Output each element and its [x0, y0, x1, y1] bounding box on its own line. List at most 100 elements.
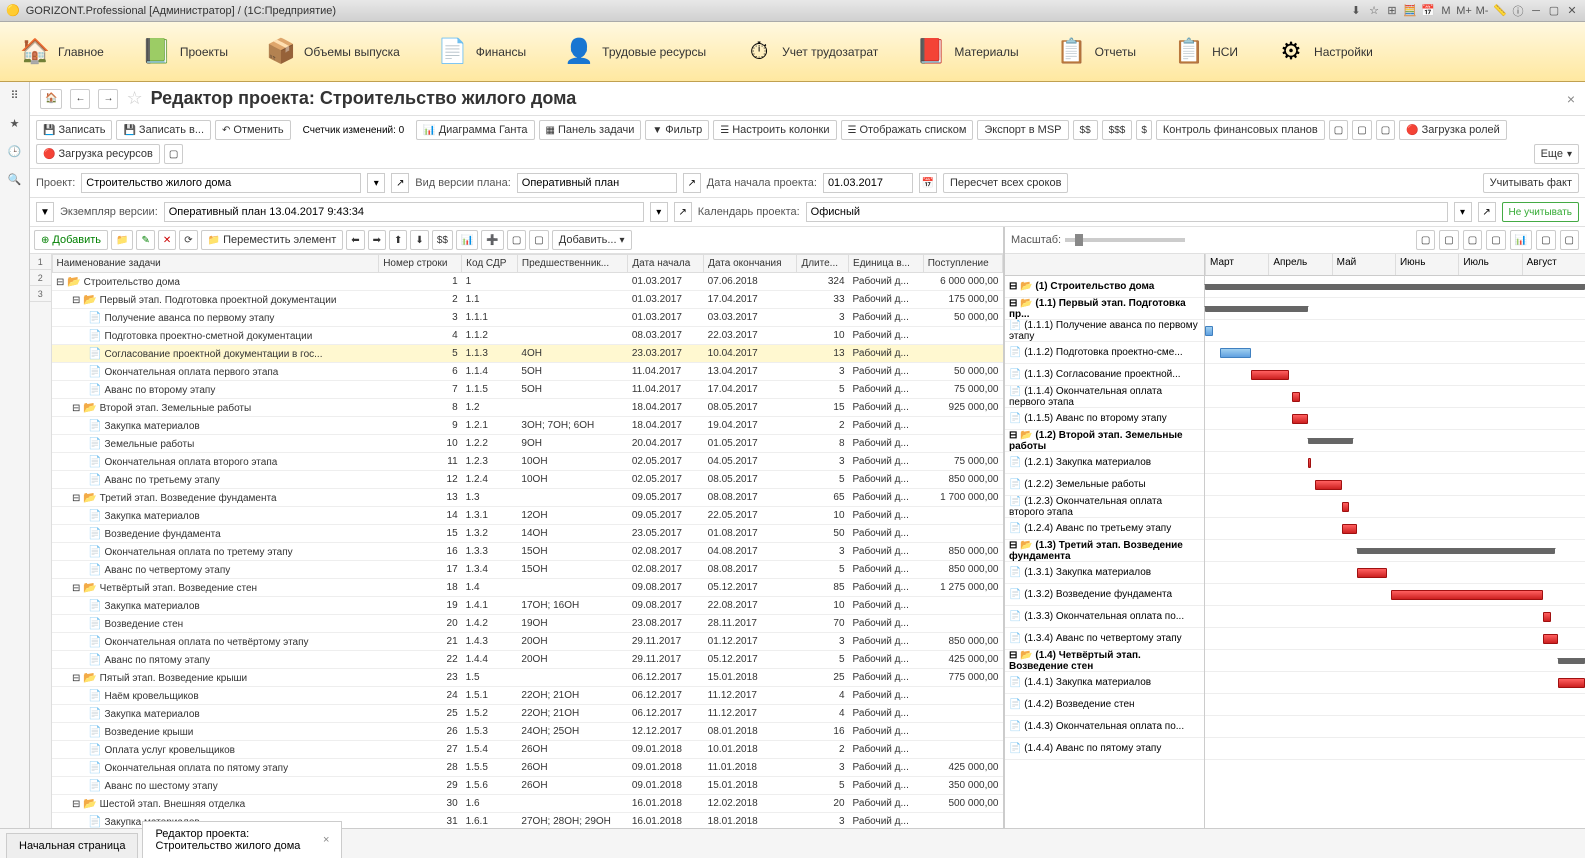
- icon-button[interactable]: ▢: [1329, 120, 1348, 140]
- gantt-bar[interactable]: [1342, 524, 1357, 534]
- table-row[interactable]: 📄 Земельные работы 10 1.2.2 9ОН 20.04.20…: [52, 435, 1002, 453]
- recalc-button[interactable]: Пересчет всех сроков: [943, 173, 1069, 193]
- minimize-icon[interactable]: ─: [1529, 4, 1543, 18]
- gantt-bar[interactable]: [1251, 370, 1289, 380]
- table-row[interactable]: ⊟ 📂 Третий этап. Возведение фундамента 1…: [52, 489, 1002, 507]
- dropdown-icon[interactable]: ▾: [367, 173, 385, 193]
- gantt-view-icon[interactable]: ▢: [1486, 230, 1505, 250]
- column-header[interactable]: Код СДР: [462, 255, 518, 273]
- titlebar-m-plus[interactable]: M+: [1457, 4, 1471, 18]
- gantt-row-label[interactable]: 📄 (1.4.4) Аванс по пятому этапу: [1005, 738, 1204, 760]
- dropdown-icon[interactable]: ▾: [1454, 202, 1472, 222]
- nav-item[interactable]: 👤Трудовые ресурсы: [554, 31, 714, 73]
- version-inst-input[interactable]: [164, 202, 644, 222]
- gantt-row-label[interactable]: ⊟ 📂 (1) Строительство дома: [1005, 276, 1204, 298]
- gantt-row-label[interactable]: ⊟ 📂 (1.2) Второй этап. Земельные работы: [1005, 430, 1204, 452]
- gantt-bar[interactable]: [1558, 678, 1585, 688]
- back-button[interactable]: ←: [70, 89, 90, 109]
- table-row[interactable]: 📄 Окончательная оплата по четвёртому эта…: [52, 633, 1002, 651]
- export-button[interactable]: Экспорт в MSP: [977, 120, 1068, 140]
- gantt-row-label[interactable]: 📄 (1.3.1) Закупка материалов: [1005, 562, 1204, 584]
- gantt-view-icon[interactable]: ▢: [1439, 230, 1458, 250]
- gantt-view-icon[interactable]: ▢: [1560, 230, 1579, 250]
- filter-icon[interactable]: ▼: [36, 202, 54, 222]
- open-icon[interactable]: ↗: [674, 202, 692, 222]
- list-view-button[interactable]: ☰Отображать списком: [841, 120, 974, 140]
- table-row[interactable]: 📄 Наём кровельщиков 24 1.5.1 22ОН; 21ОН …: [52, 687, 1002, 705]
- gantt-row-label[interactable]: 📄 (1.1.2) Подготовка проектно-сме...: [1005, 342, 1204, 364]
- gantt-row-label[interactable]: 📄 (1.2.4) Аванс по третьему этапу: [1005, 518, 1204, 540]
- gantt-bar[interactable]: [1391, 590, 1543, 600]
- gantt-bar[interactable]: [1220, 348, 1250, 358]
- load-roles-button[interactable]: 🔴Загрузка ролей: [1399, 120, 1507, 140]
- add-button[interactable]: ⊕Добавить: [34, 230, 108, 250]
- calendar-proj-input[interactable]: [806, 202, 1448, 222]
- table-row[interactable]: 📄 Аванс по пятому этапу 22 1.4.4 20ОН 29…: [52, 651, 1002, 669]
- nav-item[interactable]: 📦Объемы выпуска: [256, 31, 408, 73]
- table-wrap[interactable]: 123 Наименование задачиНомер строкиКод С…: [30, 254, 1003, 828]
- nav-item[interactable]: 📗Проекты: [132, 31, 236, 73]
- gantt-row-label[interactable]: ⊟ 📂 (1.1) Первый этап. Подготовка пр...: [1005, 298, 1204, 320]
- arrow-up-icon[interactable]: ⬆: [389, 230, 407, 250]
- gantt-bar[interactable]: [1315, 480, 1342, 490]
- table-row[interactable]: ⊟ 📂 Шестой этап. Внешняя отделка 30 1.6 …: [52, 795, 1002, 813]
- scale-slider[interactable]: [1065, 238, 1185, 242]
- table-row[interactable]: 📄 Закупка материалов 19 1.4.1 17ОН; 16ОН…: [52, 597, 1002, 615]
- icon-button[interactable]: ▢: [1376, 120, 1395, 140]
- row-num[interactable]: 3: [30, 286, 51, 302]
- table-row[interactable]: 📄 Аванс по шестому этапу 29 1.5.6 26ОН 0…: [52, 777, 1002, 795]
- gantt-row-label[interactable]: 📄 (1.1.5) Аванс по второму этапу: [1005, 408, 1204, 430]
- column-header[interactable]: Дата окончания: [704, 255, 797, 273]
- ruler-icon[interactable]: 📏: [1493, 4, 1507, 18]
- table-row[interactable]: 📄 Аванс по третьему этапу 12 1.2.4 10ОН …: [52, 471, 1002, 489]
- dropdown-icon[interactable]: ▾: [650, 202, 668, 222]
- column-header[interactable]: Номер строки: [379, 255, 462, 273]
- filter-button[interactable]: ▼Фильтр: [645, 120, 709, 140]
- column-header[interactable]: Поступление: [923, 255, 1002, 273]
- nav-item[interactable]: 📄Финансы: [428, 31, 534, 73]
- cancel-button[interactable]: ↶Отменить: [215, 120, 291, 140]
- fav-icon[interactable]: ☆: [126, 88, 142, 109]
- gantt-row-label[interactable]: 📄 (1.1.1) Получение аванса по первому эт…: [1005, 320, 1204, 342]
- open-icon[interactable]: ↗: [683, 173, 701, 193]
- gantt-bar[interactable]: [1205, 306, 1308, 312]
- money1-button[interactable]: $$: [1073, 120, 1098, 140]
- calendar-icon[interactable]: 📅: [919, 173, 937, 193]
- gantt-row-label[interactable]: 📄 (1.1.3) Согласование проектной...: [1005, 364, 1204, 386]
- column-header[interactable]: Единица в...: [849, 255, 924, 273]
- gantt-row-label[interactable]: 📄 (1.2.2) Земельные работы: [1005, 474, 1204, 496]
- bottom-tab[interactable]: Редактор проекта: Строительство жилого д…: [142, 821, 342, 858]
- titlebar-icon[interactable]: ☆: [1367, 4, 1381, 18]
- load-resources-button[interactable]: 🔴Загрузка ресурсов: [36, 144, 160, 164]
- table-row[interactable]: ⊟ 📂 Строительство дома 1 1 01.03.2017 07…: [52, 273, 1002, 291]
- gantt-row-label[interactable]: ⊟ 📂 (1.3) Третий этап. Возведение фундам…: [1005, 540, 1204, 562]
- close-page-icon[interactable]: ×: [1567, 91, 1575, 107]
- table-row[interactable]: 📄 Получение аванса по первому этапу 3 1.…: [52, 309, 1002, 327]
- titlebar-m[interactable]: M: [1439, 4, 1453, 18]
- bottom-tab[interactable]: Начальная страница: [6, 833, 138, 858]
- search-strip-icon[interactable]: 🔍: [6, 170, 24, 188]
- gantt-bar[interactable]: [1292, 414, 1307, 424]
- table-row[interactable]: 📄 Окончательная оплата по третему этапу …: [52, 543, 1002, 561]
- util-icon[interactable]: ▢: [507, 230, 526, 250]
- add-folder-button[interactable]: 📁: [111, 230, 133, 250]
- gantt-bar[interactable]: [1543, 612, 1551, 622]
- home-button[interactable]: 🏠: [40, 89, 62, 109]
- titlebar-icon[interactable]: 🧮: [1403, 4, 1417, 18]
- arrow-left-icon[interactable]: ⬅: [346, 230, 364, 250]
- table-row[interactable]: 📄 Возведение крыши 26 1.5.3 24ОН; 25ОН 1…: [52, 723, 1002, 741]
- money2-button[interactable]: $$$: [1102, 120, 1133, 140]
- open-icon[interactable]: ↗: [1478, 202, 1496, 222]
- refresh-button[interactable]: ⟳: [179, 230, 197, 250]
- gantt-bar[interactable]: [1292, 392, 1300, 402]
- gantt-view-icon[interactable]: ▢: [1416, 230, 1435, 250]
- table-row[interactable]: ⊟ 📂 Первый этап. Подготовка проектной до…: [52, 291, 1002, 309]
- gantt-button[interactable]: 📊Диаграмма Ганта: [416, 120, 534, 140]
- star-icon[interactable]: ★: [6, 114, 24, 132]
- table-row[interactable]: 📄 Закупка материалов 14 1.3.1 12ОН 09.05…: [52, 507, 1002, 525]
- table-row[interactable]: 📄 Закупка материалов 25 1.5.2 22ОН; 21ОН…: [52, 705, 1002, 723]
- titlebar-icon[interactable]: 📅: [1421, 4, 1435, 18]
- nav-item[interactable]: 📋Отчеты: [1047, 31, 1144, 73]
- util-icon[interactable]: ▢: [529, 230, 548, 250]
- gantt-bar[interactable]: [1543, 634, 1558, 644]
